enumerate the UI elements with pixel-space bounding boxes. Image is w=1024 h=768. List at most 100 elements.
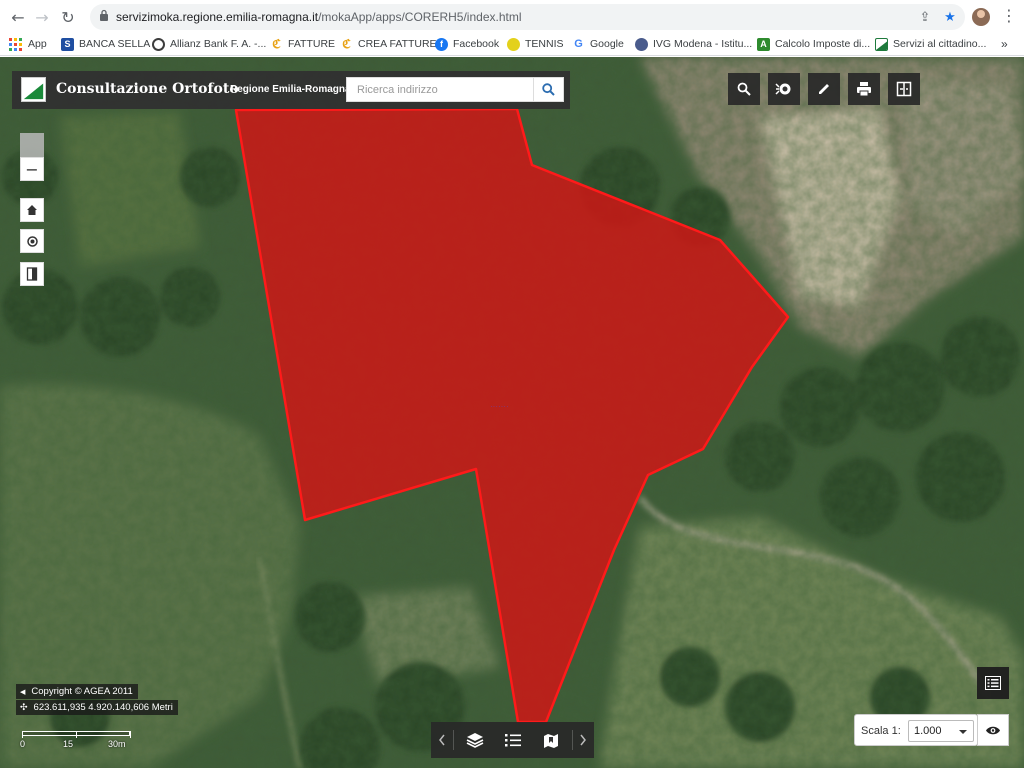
magnifier-icon [737, 82, 751, 96]
bookmark-tennis[interactable]: TENNIS [507, 36, 564, 52]
list-icon [505, 734, 521, 747]
app-header: Consultazione Ortofoto Regione Emilia-Ro… [12, 71, 570, 109]
zoom-out-button[interactable]: − [20, 157, 44, 181]
layers-button[interactable] [459, 722, 491, 758]
bottom-toolbar [431, 722, 594, 758]
bookmark-google[interactable]: G Google [572, 36, 624, 52]
orthophoto-image [0, 57, 1024, 768]
chevron-right-icon [580, 734, 586, 746]
legend-list-button[interactable] [497, 722, 529, 758]
address-bar[interactable]: servizimoka.regione.emilia-romagna.it/mo… [90, 4, 965, 30]
map-bookmark-icon [544, 734, 558, 748]
eye-icon [986, 726, 1000, 734]
scale-select-value: 1.000 [914, 725, 942, 737]
scale-tick [22, 731, 23, 738]
bookmark-label: CREA FATTURE [358, 38, 437, 50]
fatture-favicon: ℭ [272, 37, 281, 51]
forward-arrow-icon[interactable]: → [31, 6, 53, 28]
toolbar-next-button[interactable] [572, 722, 594, 758]
app-title: Consultazione Ortofoto [56, 81, 239, 97]
compare-tool-button[interactable] [888, 73, 920, 105]
print-button[interactable] [848, 73, 880, 105]
printer-icon [857, 82, 871, 96]
coordinates-box: ✣ 623.611,935 4.920.140,606 Metri [16, 700, 178, 715]
bookmark-label: FATTURE [288, 38, 336, 50]
share-icon[interactable]: ⇪ [916, 8, 934, 26]
chevron-left-icon [439, 734, 445, 746]
scale-select[interactable]: 1.000 [908, 720, 974, 742]
calcolo-favicon: A [757, 37, 770, 51]
geolocate-button[interactable] [20, 229, 44, 253]
url-path: /mokaApp/apps/CORERH5/index.html [318, 10, 522, 24]
scale-bar: 0 15 30m [20, 729, 140, 751]
bookmark-label: TENNIS [525, 38, 564, 50]
profile-avatar[interactable] [972, 8, 990, 26]
list-panel-icon [985, 676, 1001, 690]
home-button[interactable] [20, 198, 44, 222]
bookmark-calcolo-imposte[interactable]: A Calcolo Imposte di... [757, 36, 870, 52]
caret-down-icon [959, 730, 967, 734]
bookmark-app[interactable]: App [9, 36, 47, 52]
back-arrow-icon[interactable]: ← [7, 6, 29, 28]
toolbar-divider [453, 730, 454, 750]
table-of-contents-button[interactable] [977, 667, 1009, 699]
bookmark-label: IVG Modena - Istitu... [653, 38, 753, 50]
door-exit-icon [26, 267, 38, 281]
address-search [346, 77, 564, 102]
browser-menu-icon[interactable]: ⋮ [1001, 6, 1017, 28]
polygon-label: ······· [490, 402, 509, 411]
bookmark-label: Servizi al cittadino... [893, 38, 987, 50]
scale-label-15: 15 [63, 739, 74, 749]
apps-grid-icon [9, 37, 22, 51]
copyright-box: ◀ Copyright © AGEA 2011 [16, 684, 138, 699]
map-book-button[interactable] [535, 722, 567, 758]
browser-chrome: ← → ↻ servizimoka.regione.emilia-romagna… [0, 0, 1024, 56]
banca-sella-favicon: S [61, 37, 74, 51]
google-favicon: G [574, 38, 583, 50]
tennis-favicon [507, 37, 520, 51]
bookmark-crea-fatture[interactable]: ℭ CREA FATTURE [340, 36, 437, 52]
address-search-input[interactable] [347, 78, 534, 101]
scale-label: Scala 1: [861, 725, 901, 737]
scale-control: Scala 1: 1.000 [854, 714, 978, 746]
bookmark-label: App [28, 38, 47, 50]
bookmark-servizi-cittadino[interactable]: Servizi al cittadino... [875, 36, 986, 52]
visibility-toggle-button[interactable] [977, 714, 1009, 746]
collapse-triangle-icon[interactable]: ◀ [20, 688, 25, 696]
bookmark-star-icon[interactable]: ★ [941, 8, 959, 26]
fullscreen-button[interactable] [20, 262, 44, 286]
bookmark-fatture[interactable]: ℭ FATTURE [270, 36, 335, 52]
more-bookmarks-icon[interactable]: » [1001, 36, 1008, 52]
split-view-icon [896, 81, 912, 97]
search-button[interactable] [533, 78, 563, 101]
copyright-text: Copyright © AGEA 2011 [31, 686, 133, 697]
map-viewport[interactable]: ······· Consultazione Ortofoto Regione E… [0, 57, 1024, 768]
reload-icon[interactable]: ↻ [57, 6, 79, 28]
url-text: servizimoka.regione.emilia-romagna.it/mo… [116, 10, 522, 24]
zoom-in-button[interactable] [20, 133, 44, 157]
bookmark-label: BANCA SELLA [79, 38, 151, 50]
minus-icon: − [25, 159, 39, 179]
allianz-favicon [152, 37, 165, 51]
pencil-icon [819, 84, 829, 94]
bookmark-banca-sella[interactable]: S BANCA SELLA [61, 36, 150, 52]
servizi-favicon [875, 37, 888, 51]
bookmark-ivg-modena[interactable]: IVG Modena - Istitu... [635, 36, 752, 52]
bookmark-allianz[interactable]: Allianz Bank F. A. -... [152, 36, 266, 52]
regione-logo-icon [21, 77, 46, 102]
bookmark-label: Facebook [453, 38, 500, 50]
region-name: Regione Emilia-Romagna [230, 84, 351, 95]
bookmarks-bar: App S BANCA SELLA Allianz Bank F. A. -..… [0, 33, 1024, 55]
bookmark-facebook[interactable]: f Facebook [435, 36, 499, 52]
layers-icon [466, 733, 484, 748]
identify-icon [775, 83, 791, 95]
identify-tool-button[interactable] [768, 73, 800, 105]
scale-tick [76, 731, 77, 738]
search-icon [542, 83, 555, 96]
scale-tick [130, 731, 131, 738]
bookmark-label: Allianz Bank F. A. -... [170, 38, 267, 50]
search-tool-button[interactable] [728, 73, 760, 105]
facebook-favicon: f [435, 37, 448, 51]
measure-tool-button[interactable] [808, 73, 840, 105]
toolbar-prev-button[interactable] [431, 722, 453, 758]
